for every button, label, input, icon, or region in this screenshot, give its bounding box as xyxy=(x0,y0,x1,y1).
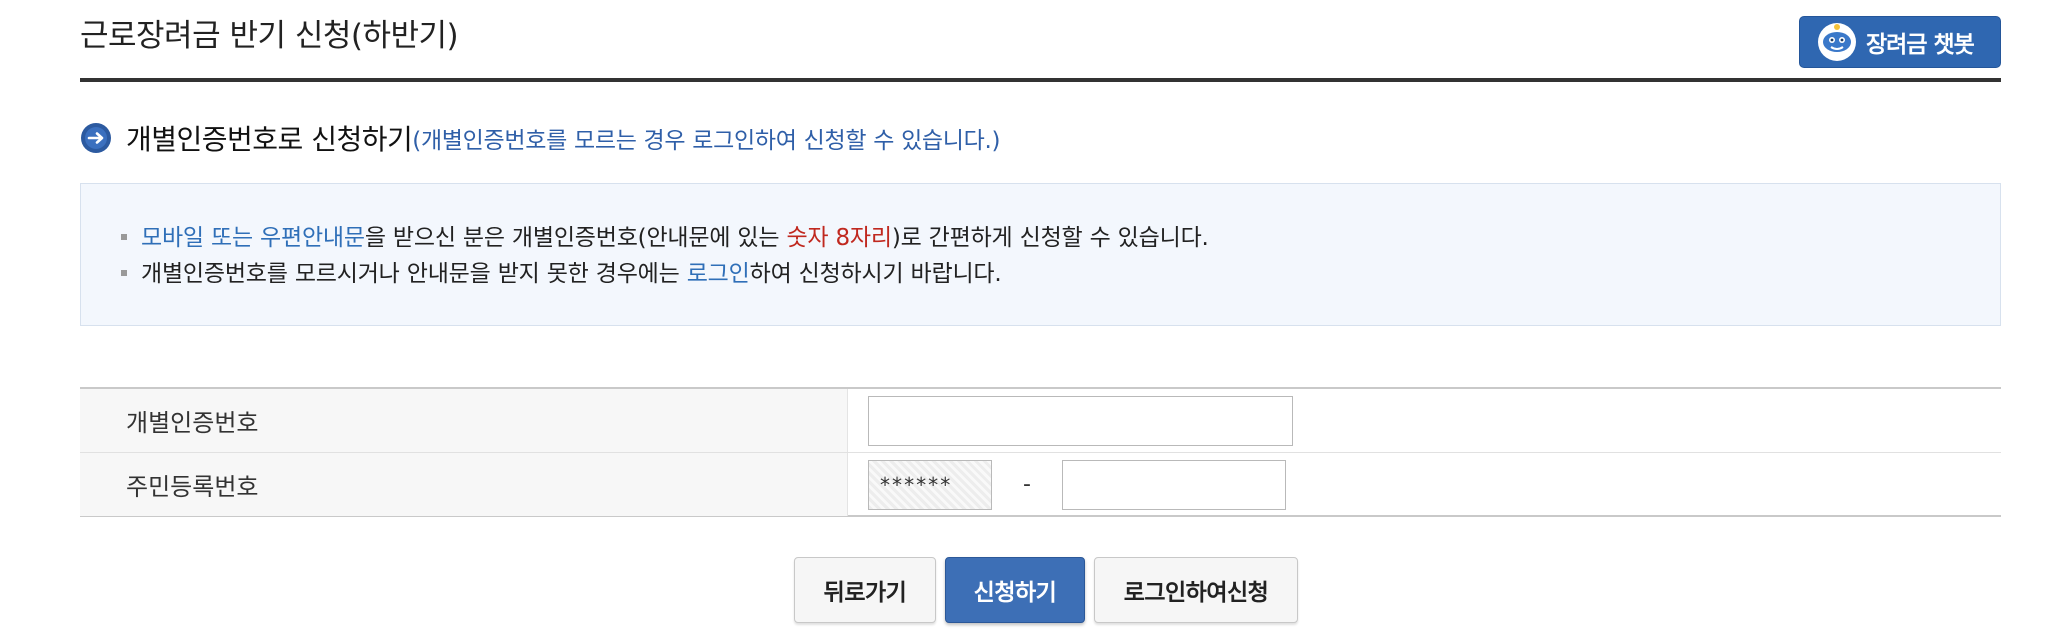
chatbot-mascot-icon xyxy=(1814,19,1860,65)
cert-number-field-cell xyxy=(868,389,1293,452)
page: 근로장려금 반기 신청(하반기) 장려금 챗봇 개별인증번호로 신청하기 (개별… xyxy=(0,0,2046,638)
apply-button[interactable]: 신청하기 xyxy=(945,557,1085,623)
bullet-icon xyxy=(121,269,127,276)
back-button[interactable]: 뒤로가기 xyxy=(794,557,936,623)
section-heading: 개별인증번호로 신청하기 (개별인증번호를 모르는 경우 로그인하여 신청할 수… xyxy=(80,118,1001,158)
notice-text: 개별인증번호를 모르시거나 안내문을 받지 못한 경우에는 xyxy=(141,261,687,287)
page-title: 근로장려금 반기 신청(하반기) xyxy=(80,18,459,54)
input-form-table: 개별인증번호 주민등록번호 - xyxy=(80,387,2001,517)
resident-number-separator: - xyxy=(1023,472,1031,497)
notice-text: )로 간편하게 신청할 수 있습니다. xyxy=(891,225,1209,251)
resident-number-front-input[interactable] xyxy=(868,459,992,510)
section-note: (개별인증번호를 모르는 경우 로그인하여 신청할 수 있습니다.) xyxy=(412,128,1001,154)
resident-number-back-input[interactable] xyxy=(1062,459,1286,510)
cert-number-input[interactable] xyxy=(868,395,1293,446)
resident-number-label: 주민등록번호 xyxy=(80,453,848,516)
notice-highlight-mobile-mail: 모바일 또는 우편안내문 xyxy=(141,225,365,251)
section-title: 개별인증번호로 신청하기 xyxy=(126,123,413,156)
chatbot-button[interactable]: 장려금 챗봇 xyxy=(1799,16,2001,68)
notice-highlight-8-digits: 숫자 8자리 xyxy=(786,225,892,251)
chatbot-button-label: 장려금 챗봇 xyxy=(1866,32,1975,58)
notice-text: 하여 신청하시기 바랍니다. xyxy=(749,261,1002,287)
arrow-circle-icon xyxy=(80,122,112,154)
cert-number-label: 개별인증번호 xyxy=(80,389,848,452)
form-row-cert: 개별인증번호 xyxy=(80,389,2001,453)
title-divider xyxy=(80,78,2001,82)
notice-login-link[interactable]: 로그인 xyxy=(687,261,750,287)
resident-number-field-cell: - xyxy=(868,453,1286,516)
form-row-rrn: 주민등록번호 - xyxy=(80,453,2001,516)
notice-text: 을 받으신 분은 개별인증번호(안내문에 있는 xyxy=(364,225,787,251)
notice-line-2: 개별인증번호를 모르시거나 안내문을 받지 못한 경우에는 로그인하여 신청하시… xyxy=(121,254,1002,288)
notice-box: 모바일 또는 우편안내문을 받으신 분은 개별인증번호(안내문에 있는 숫자 8… xyxy=(80,183,2001,326)
notice-line-1: 모바일 또는 우편안내문을 받으신 분은 개별인증번호(안내문에 있는 숫자 8… xyxy=(121,218,1209,252)
action-buttons: 뒤로가기 신청하기 로그인하여신청 xyxy=(794,557,1307,623)
login-apply-button[interactable]: 로그인하여신청 xyxy=(1094,557,1298,623)
bullet-icon xyxy=(121,233,127,240)
